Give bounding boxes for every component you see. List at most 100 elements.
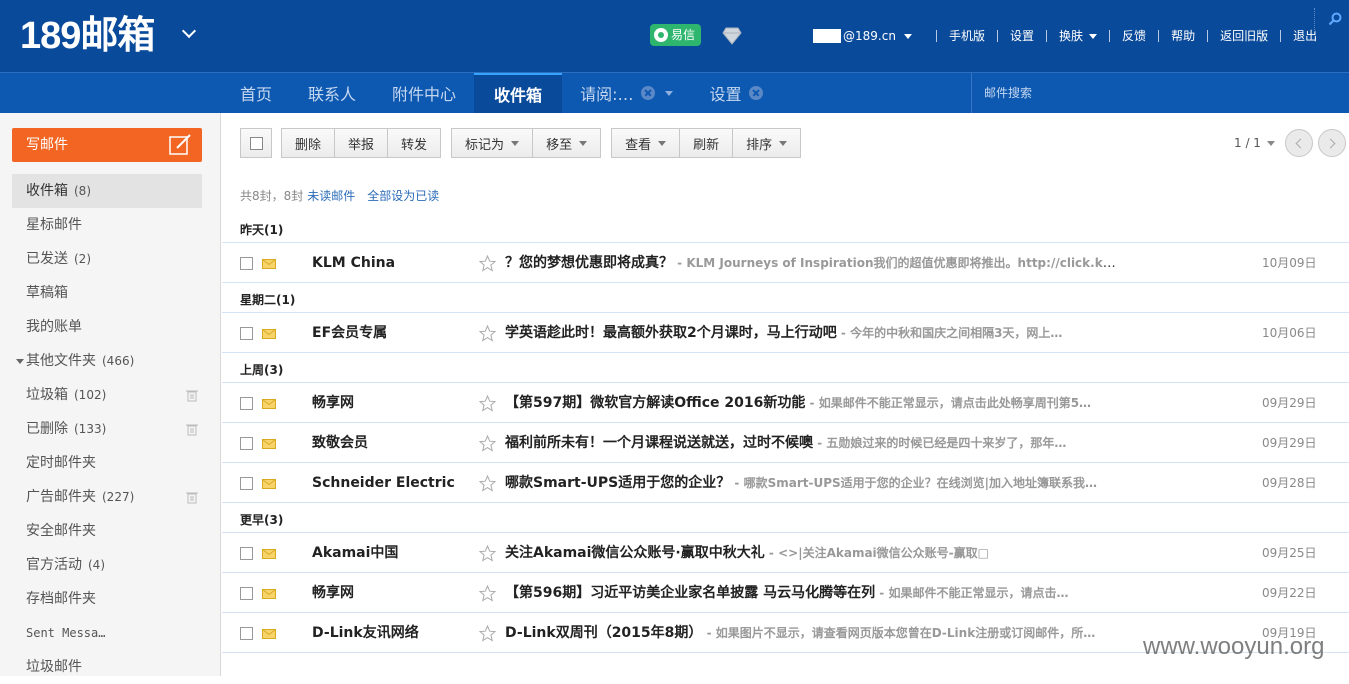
folder-inbox[interactable]: 收件箱 (8)	[12, 174, 202, 208]
star-icon[interactable]	[479, 255, 496, 272]
mark-all-read-link[interactable]: 全部设为已读	[367, 187, 439, 204]
mail-checkbox[interactable]	[240, 327, 253, 340]
folder-deleted[interactable]: 已删除 (133)	[12, 412, 202, 446]
help-link[interactable]: 帮助	[1159, 27, 1207, 45]
mail-checkbox[interactable]	[240, 477, 253, 490]
folder-starred[interactable]: 星标邮件	[12, 208, 202, 242]
compose-button[interactable]: 写邮件	[12, 128, 202, 162]
skin-link[interactable]: 换肤	[1047, 27, 1109, 45]
mail-subject: 【第597期】微软官方解读Office 2016新功能	[505, 395, 806, 411]
diamond-icon[interactable]	[722, 27, 742, 45]
folder-spam[interactable]: 垃圾邮件	[12, 650, 202, 684]
folder-other[interactable]: 其他文件夹 (466)	[12, 344, 202, 378]
user-dropdown-icon[interactable]	[904, 34, 912, 39]
folder-name: 安全邮件夹	[26, 523, 96, 539]
tab-settings[interactable]: 设置	[691, 73, 781, 113]
mail-checkbox[interactable]	[240, 627, 253, 640]
envelope-icon	[262, 439, 276, 449]
refresh-button[interactable]: 刷新	[679, 128, 734, 158]
tab-read-mail[interactable]: 请阅:…	[562, 73, 691, 113]
search-input[interactable]	[984, 83, 1304, 103]
chevron-down-icon	[511, 140, 520, 146]
feedback-link[interactable]: 反馈	[1110, 27, 1158, 45]
delete-button[interactable]: 删除	[281, 128, 336, 158]
star-icon[interactable]	[479, 395, 496, 412]
star-icon[interactable]	[479, 625, 496, 642]
watermark: www.wooyun.org	[1143, 633, 1325, 660]
mail-row[interactable]: KLM China ？您的梦想优惠即将成真？ - KLM Journeys of…	[222, 243, 1349, 283]
mail-row[interactable]: 畅享网 【第597期】微软官方解读Office 2016新功能 - 如果邮件不能…	[222, 383, 1349, 423]
mark-group: 标记为 移至	[451, 128, 602, 158]
chevron-down-icon[interactable]	[665, 90, 674, 96]
next-page-button[interactable]	[1318, 129, 1346, 157]
prev-page-button[interactable]	[1285, 129, 1313, 157]
mail-date: 09月29日	[1262, 396, 1317, 410]
logo[interactable]: 189邮箱	[20, 14, 155, 58]
star-icon[interactable]	[479, 325, 496, 342]
mail-row[interactable]: 畅享网 【第596期】习近平访美企业家名单披露 马云马化腾等在列 - 如果邮件不…	[222, 573, 1349, 613]
mail-checkbox[interactable]	[240, 587, 253, 600]
trash-icon[interactable]	[186, 491, 198, 504]
mail-date: 09月29日	[1262, 436, 1317, 450]
folder-ads[interactable]: 广告邮件夹 (227)	[12, 480, 202, 514]
mail-checkbox[interactable]	[240, 397, 253, 410]
settings-link[interactable]: 设置	[998, 27, 1046, 45]
folder-security[interactable]: 安全邮件夹	[12, 514, 202, 548]
close-icon[interactable]	[641, 86, 656, 100]
folder-junk[interactable]: 垃圾箱 (102)	[12, 378, 202, 412]
mail-sender: Akamai中国	[312, 545, 399, 561]
mail-row[interactable]: Akamai中国 关注Akamai微信公众账号·赢取中秋大礼 - <>|关注Ak…	[222, 533, 1349, 573]
mail-preview: - 如果图片不显示，请查看网页版本您曾在D-Link注册或订阅邮件，所…	[702, 626, 1096, 640]
old-version-link[interactable]: 返回旧版	[1208, 27, 1280, 45]
folder-archive[interactable]: 存档邮件夹	[12, 582, 202, 616]
unread-link[interactable]: 未读邮件	[307, 187, 355, 204]
mail-row[interactable]: 致敬会员 福利前所未有！一个月课程说送就送，过时不候噢 - 五勋娘过来的时候已经…	[222, 423, 1349, 463]
mail-subject-line: 【第597期】微软官方解读Office 2016新功能 - 如果邮件不能正常显示…	[505, 383, 1117, 424]
folder-name: 已删除	[26, 421, 68, 437]
mail-checkbox[interactable]	[240, 257, 253, 270]
report-button[interactable]: 举报	[334, 128, 389, 158]
user-domain[interactable]: @189.cn	[843, 27, 896, 45]
chevron-down-icon	[1266, 140, 1275, 146]
page-selector[interactable]: 1 / 1	[1234, 136, 1275, 150]
view-button[interactable]: 查看	[611, 128, 681, 158]
mail-row[interactable]: Schneider Electric 哪款Smart-UPS适用于您的企业？ -…	[222, 463, 1349, 503]
star-icon[interactable]	[479, 585, 496, 602]
move-to-button[interactable]: 移至	[532, 128, 602, 158]
folder-drafts[interactable]: 草稿箱	[12, 276, 202, 310]
select-all-checkbox[interactable]	[240, 128, 272, 158]
forward-button[interactable]: 转发	[387, 128, 442, 158]
star-icon[interactable]	[479, 475, 496, 492]
star-icon[interactable]	[479, 545, 496, 562]
mail-row[interactable]: EF会员专属 学英语趁此时！最高额外获取2个月课时，马上行动吧 - 今年的中秋和…	[222, 313, 1349, 353]
expand-triangle-icon[interactable]	[16, 359, 24, 364]
close-icon[interactable]	[749, 86, 764, 100]
mobile-link[interactable]: 手机版	[937, 27, 997, 45]
search-icon[interactable]	[1328, 12, 1342, 26]
tab-attachments[interactable]: 附件中心	[374, 73, 474, 113]
folder-official[interactable]: 官方活动 (4)	[12, 548, 202, 582]
folder-scheduled[interactable]: 定时邮件夹	[12, 446, 202, 480]
trash-icon[interactable]	[186, 389, 198, 402]
mail-subject: 关注Akamai微信公众账号·赢取中秋大礼	[505, 545, 765, 561]
trash-icon[interactable]	[186, 423, 198, 436]
sort-button[interactable]: 排序	[732, 128, 802, 158]
action-group: 删除 举报 转发	[281, 128, 442, 158]
logout-link[interactable]: 退出	[1281, 27, 1329, 45]
mail-subject: D-Link双周刊（2015年8期）	[505, 625, 703, 641]
mark-as-button[interactable]: 标记为	[451, 128, 534, 158]
mail-preview: - 今年的中秋和国庆之间相隔3天，网上…	[836, 326, 1063, 340]
folder-bills[interactable]: 我的账单	[12, 310, 202, 344]
logo-dropdown-icon[interactable]	[181, 23, 197, 39]
tab-inbox[interactable]: 收件箱	[474, 73, 563, 113]
star-icon[interactable]	[479, 435, 496, 452]
tab-contacts[interactable]: 联系人	[290, 73, 374, 113]
folder-sent[interactable]: 已发送 (2)	[12, 242, 202, 276]
tab-home[interactable]: 首页	[222, 73, 290, 113]
mail-checkbox[interactable]	[240, 437, 253, 450]
mail-checkbox[interactable]	[240, 547, 253, 560]
mail-sender: 畅享网	[312, 395, 354, 411]
folder-sent-messages[interactable]: Sent Messa…	[12, 616, 202, 650]
yixin-label: 易信	[671, 28, 696, 42]
yixin-button[interactable]: 易信	[650, 24, 702, 46]
